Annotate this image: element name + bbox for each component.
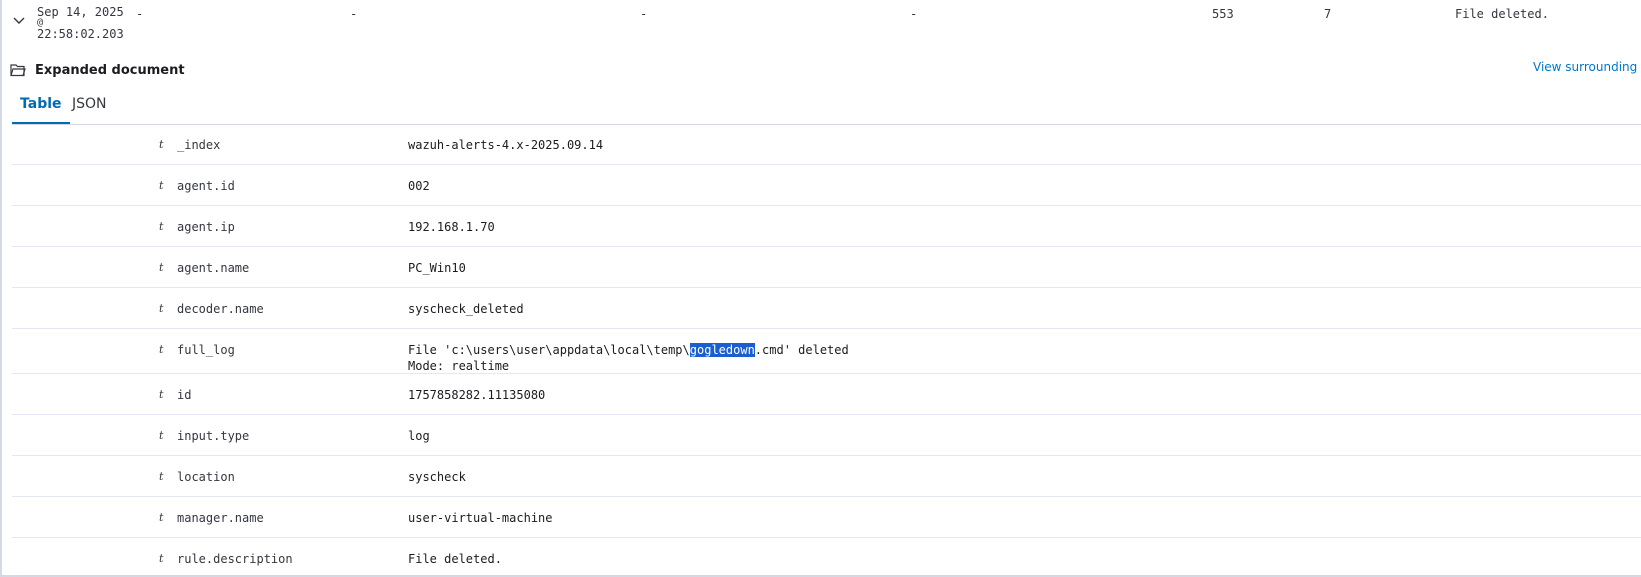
- string-type-icon: t: [159, 220, 164, 233]
- summary-cell: -: [136, 7, 144, 21]
- chevron-down-icon[interactable]: [12, 14, 26, 28]
- table-row[interactable]: t manager.name user-virtual-machine: [12, 497, 1641, 538]
- table-row[interactable]: t agent.ip 192.168.1.70: [12, 206, 1641, 247]
- string-type-icon: t: [159, 302, 164, 315]
- table-row[interactable]: t location syscheck: [12, 456, 1641, 497]
- field-name: agent.ip: [177, 220, 235, 234]
- field-value: syscheck: [408, 470, 466, 484]
- table-row[interactable]: t full_log File 'c:\users\user\appdata\l…: [12, 329, 1641, 374]
- field-value: user-virtual-machine: [408, 511, 553, 525]
- field-value: syscheck_deleted: [408, 302, 524, 316]
- timestamp-time: 22:58:02.203: [37, 27, 124, 41]
- table-row[interactable]: t decoder.name syscheck_deleted: [12, 288, 1641, 329]
- string-type-icon: t: [159, 429, 164, 442]
- summary-cell: -: [910, 7, 918, 21]
- summary-cell-description: File deleted.: [1455, 7, 1549, 21]
- tab-table[interactable]: Table: [12, 92, 70, 124]
- field-name: decoder.name: [177, 302, 264, 316]
- string-type-icon: t: [159, 343, 164, 356]
- field-name: location: [177, 470, 235, 484]
- field-value: PC_Win10: [408, 261, 466, 275]
- string-type-icon: t: [159, 138, 164, 151]
- string-type-icon: t: [159, 470, 164, 483]
- discover-document-panel: Sep 14, 2025 @ 22:58:02.203 - - - - 553 …: [0, 0, 1641, 577]
- expanded-document-header: Expanded document: [10, 60, 185, 80]
- string-type-icon: t: [159, 511, 164, 524]
- string-type-icon: t: [159, 179, 164, 192]
- summary-cell: -: [350, 7, 358, 21]
- table-row[interactable]: t id 1757858282.11135080: [12, 374, 1641, 415]
- field-value: File deleted.: [408, 552, 502, 566]
- string-type-icon: t: [159, 552, 164, 565]
- view-surrounding-link[interactable]: View surrounding: [1533, 60, 1637, 74]
- field-name: input.type: [177, 429, 250, 443]
- summary-cell: 7: [1324, 7, 1332, 21]
- table-row[interactable]: t input.type log: [12, 415, 1641, 456]
- tab-json[interactable]: JSON: [72, 92, 107, 123]
- table-row[interactable]: t agent.id 002: [12, 165, 1641, 206]
- table-row[interactable]: t rule.description File deleted.: [12, 538, 1641, 575]
- field-value: wazuh-alerts-4.x-2025.09.14: [408, 138, 604, 152]
- full-log-text: .cmd' deleted: [754, 343, 849, 357]
- field-value: 192.168.1.70: [408, 220, 495, 234]
- field-name: rule.description: [177, 552, 293, 566]
- table-row[interactable]: t _index wazuh-alerts-4.x-2025.09.14: [12, 124, 1641, 165]
- field-name: agent.id: [177, 179, 235, 193]
- timestamp-date: Sep 14, 2025: [37, 5, 124, 19]
- field-name: full_log: [177, 343, 235, 357]
- timestamp-cell: Sep 14, 2025 @ 22:58:02.203: [37, 6, 124, 40]
- field-name: manager.name: [177, 511, 264, 525]
- document-tabs: Table JSON: [12, 92, 1641, 125]
- string-type-icon: t: [159, 261, 164, 274]
- summary-cell: -: [640, 7, 648, 21]
- field-value: 002: [408, 179, 430, 193]
- field-name: agent.name: [177, 261, 250, 275]
- field-value: log: [408, 429, 430, 443]
- field-value: 1757858282.11135080: [408, 388, 546, 402]
- full-log-mode: Mode: realtime: [408, 359, 510, 373]
- full-log-text: File 'c:\users\user\appdata\local\temp\: [408, 343, 690, 357]
- summary-cell: 553: [1212, 7, 1234, 21]
- field-name: _index: [177, 138, 221, 152]
- folder-open-icon: [10, 64, 26, 77]
- summary-row[interactable]: Sep 14, 2025 @ 22:58:02.203 - - - - 553 …: [2, 0, 1641, 46]
- search-highlight: gogledown: [689, 343, 755, 357]
- expanded-document-title: Expanded document: [35, 62, 185, 78]
- field-value-full-log: File 'c:\users\user\appdata\local\temp\g…: [408, 342, 849, 374]
- string-type-icon: t: [159, 388, 164, 401]
- document-fields-table: t _index wazuh-alerts-4.x-2025.09.14 t a…: [12, 124, 1641, 575]
- table-row[interactable]: t agent.name PC_Win10: [12, 247, 1641, 288]
- field-name: id: [177, 388, 192, 402]
